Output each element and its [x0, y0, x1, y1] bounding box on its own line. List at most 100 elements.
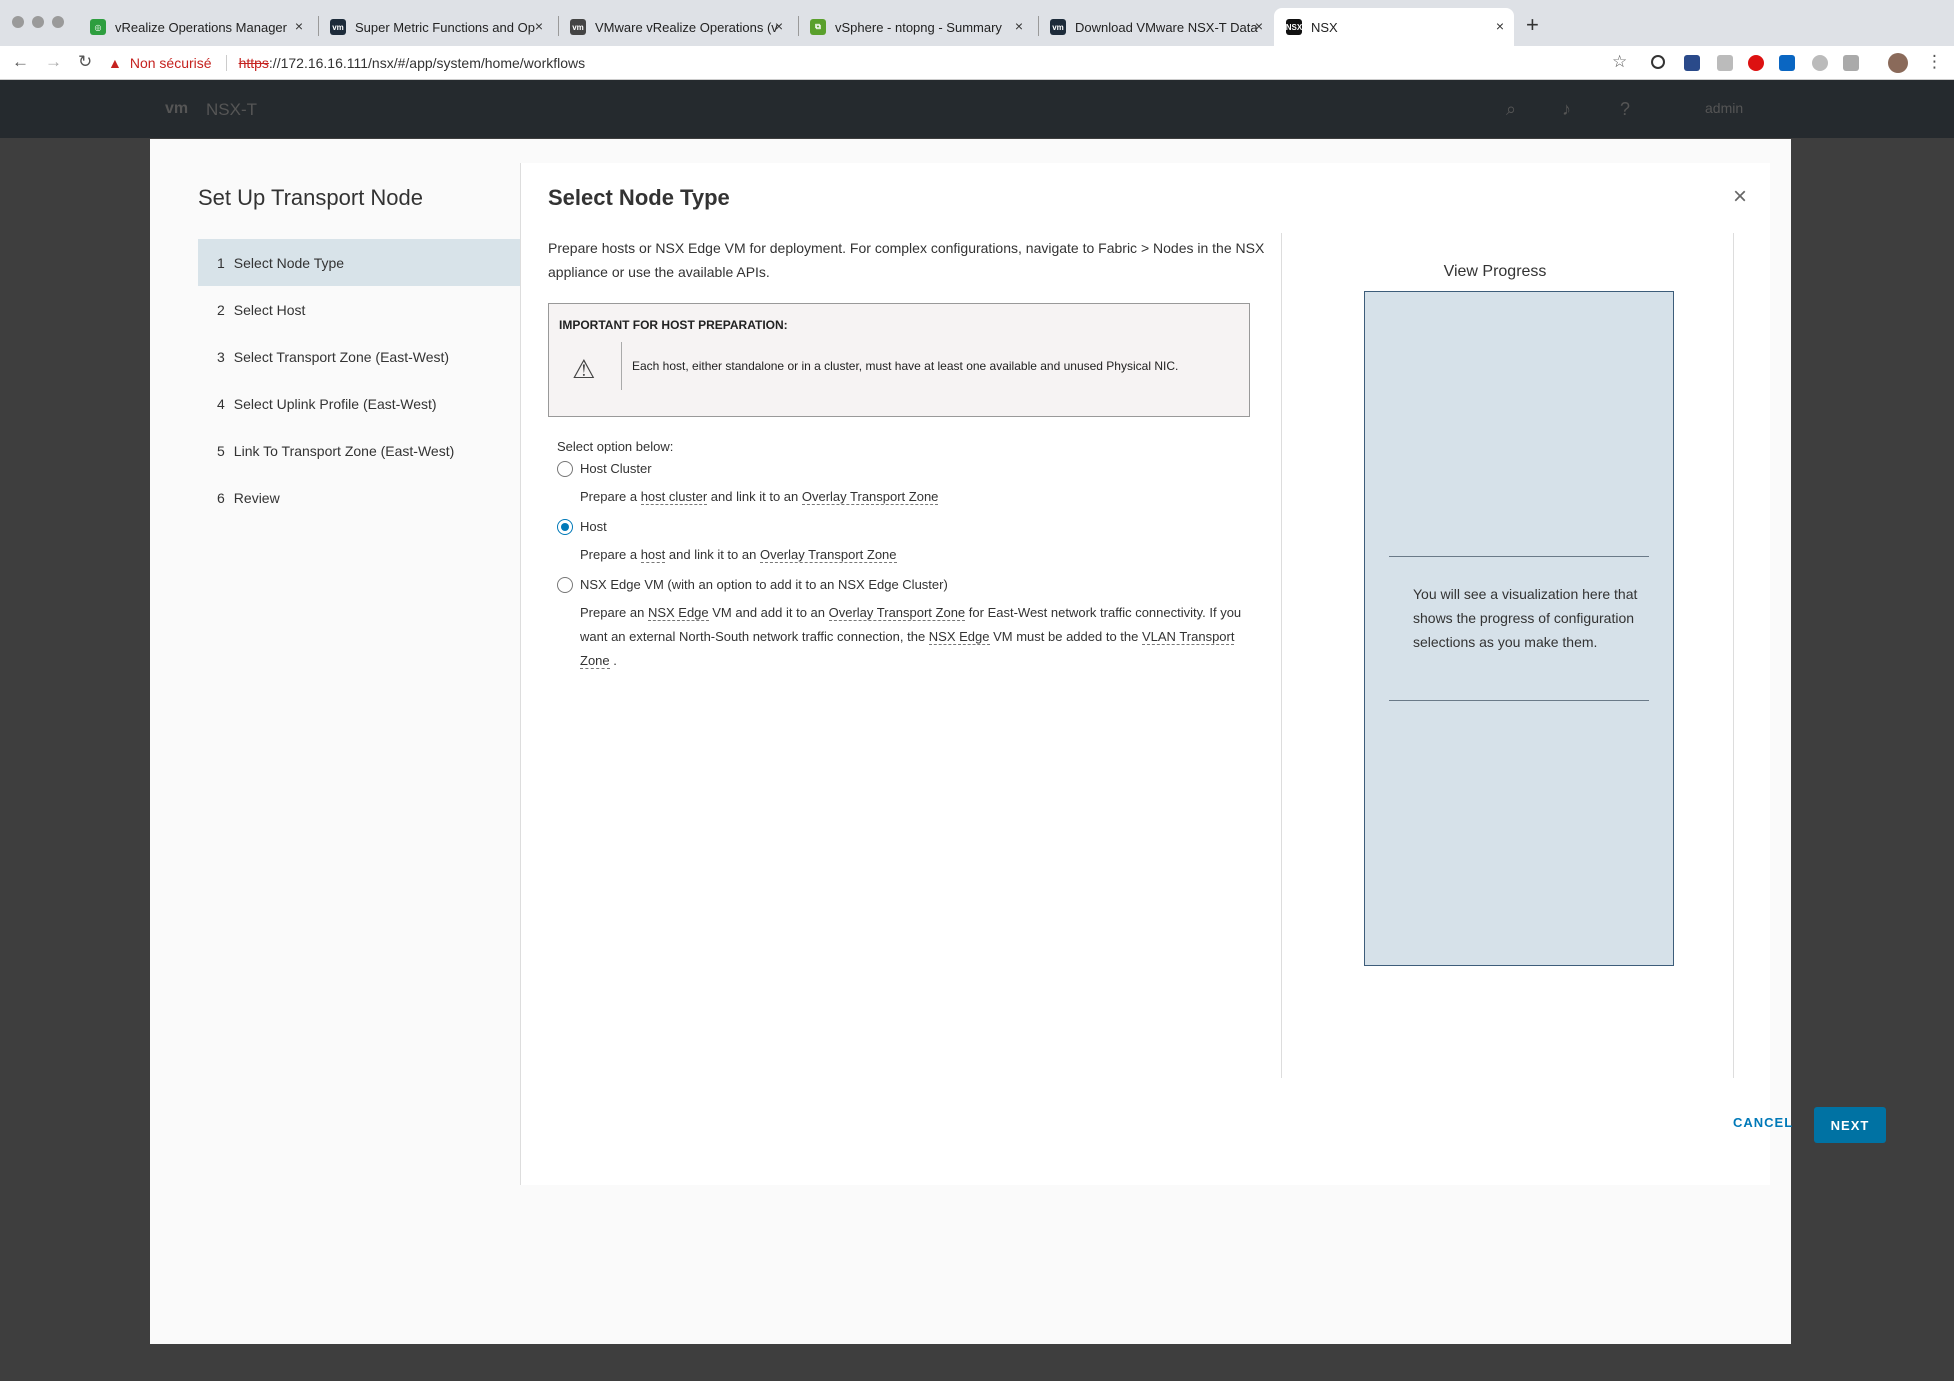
browser-tab-bar: ◎ vRealize Operations Manager × vm Super…: [0, 0, 1954, 46]
search-icon[interactable]: ⌕: [1506, 99, 1516, 120]
nsx-edge-link[interactable]: NSX Edge: [928, 629, 990, 645]
host-preparation-alert: IMPORTANT FOR HOST PREPARATION: ⚠ Each h…: [548, 303, 1250, 417]
close-window-icon[interactable]: [12, 16, 24, 28]
step-number: 5: [217, 442, 225, 459]
step-number: 4: [217, 395, 225, 412]
overlay-transport-zone-link[interactable]: Overlay Transport Zone: [759, 547, 897, 563]
step-number: 6: [217, 489, 225, 506]
panel-scrollbar[interactable]: [1733, 233, 1734, 1078]
host-cluster-link[interactable]: host cluster: [640, 489, 708, 505]
bookmark-star-icon[interactable]: ☆: [1612, 52, 1627, 72]
progress-panel: View Progress You will see a visualizati…: [1281, 233, 1748, 1078]
url-scheme: https: [238, 55, 269, 71]
option-description: Prepare a host cluster and link it to an…: [580, 489, 939, 505]
step-label: Select Uplink Profile (East-West): [233, 395, 437, 412]
url-path: ://172.16.16.111/nsx/#/app/system/home/w…: [268, 55, 586, 71]
close-tab-icon[interactable]: ×: [295, 18, 303, 34]
step-label: Select Transport Zone (East-West): [233, 348, 450, 365]
host-link[interactable]: host: [640, 547, 666, 563]
alert-heading: IMPORTANT FOR HOST PREPARATION:: [559, 318, 788, 332]
reload-icon[interactable]: ↻: [78, 52, 92, 72]
browser-tab[interactable]: ⧉ vSphere - ntopng - Summary ×: [798, 8, 1033, 46]
close-icon[interactable]: ×: [1733, 183, 1747, 211]
user-menu[interactable]: admin: [1705, 100, 1743, 116]
close-tab-icon[interactable]: ×: [535, 18, 543, 34]
step-label: Link To Transport Zone (East-West): [233, 442, 455, 459]
back-icon[interactable]: ←: [12, 52, 29, 72]
cancel-button[interactable]: CANCEL: [1733, 1115, 1793, 1130]
browser-tab[interactable]: vm Super Metric Functions and Op ×: [318, 8, 553, 46]
overlay-transport-zone-link[interactable]: Overlay Transport Zone: [801, 489, 939, 505]
step-label: Review: [233, 489, 280, 506]
app-header: vm NSX-T ⌕ ♪ ? admin: [0, 80, 1954, 138]
nsx-icon: NSX: [1286, 19, 1302, 35]
tab-label: vRealize Operations Manager: [115, 19, 287, 35]
browser-tab[interactable]: vm VMware vRealize Operations (v ×: [558, 8, 793, 46]
vm-icon: vm: [570, 19, 586, 35]
security-status[interactable]: Non sécurisé: [130, 55, 212, 71]
step-select-transport-zone[interactable]: 3 Select Transport Zone (East-West): [198, 333, 520, 380]
maximize-window-icon[interactable]: [52, 16, 64, 28]
extension-ip-icon[interactable]: [1717, 55, 1733, 71]
tab-label: VMware vRealize Operations (v: [595, 19, 778, 35]
extension-cloud-icon[interactable]: [1843, 55, 1859, 71]
browser-tab-active[interactable]: NSX NSX ×: [1274, 8, 1514, 46]
option-description: Prepare an NSX Edge VM and add it to an …: [580, 605, 1242, 669]
step-select-host[interactable]: 2 Select Host: [198, 286, 520, 333]
wizard-modal: Set Up Transport Node 1 Select Node Type …: [150, 139, 1886, 1344]
vm-icon: vm: [1050, 19, 1066, 35]
new-tab-button[interactable]: +: [1526, 12, 1539, 38]
forward-icon[interactable]: →: [45, 52, 62, 72]
host-radio[interactable]: [557, 519, 573, 535]
step-select-node-type[interactable]: 1 Select Node Type: [198, 239, 520, 286]
page-title: Select Node Type: [548, 185, 730, 210]
vsphere-icon: ⧉: [810, 19, 826, 35]
step-select-uplink-profile[interactable]: 4 Select Uplink Profile (East-West): [198, 380, 520, 427]
step-label: Select Node Type: [233, 254, 345, 271]
close-tab-icon[interactable]: ×: [775, 18, 783, 34]
url-field[interactable]: ▲ Non sécurisé https ://172.16.16.111/ns…: [108, 50, 1628, 76]
warning-icon: ▲: [108, 55, 122, 71]
browser-menu-icon[interactable]: ⋮: [1926, 52, 1943, 72]
overlay-transport-zone-link[interactable]: Overlay Transport Zone: [828, 605, 966, 621]
option-description: Prepare a host and link it to an Overlay…: [580, 547, 897, 563]
wizard-steps: 1 Select Node Type 2 Select Host 3 Select T…: [198, 239, 520, 521]
host-cluster-radio[interactable]: [557, 461, 573, 477]
vrops-icon: ◎: [90, 19, 106, 35]
close-tab-icon[interactable]: ×: [1255, 18, 1263, 34]
bell-icon[interactable]: ♪: [1562, 99, 1571, 120]
extension-info-icon[interactable]: [1651, 55, 1665, 69]
alert-text: Each host, either standalone or in a clu…: [632, 359, 1179, 373]
progress-visualization: You will see a visualization here that s…: [1364, 291, 1674, 966]
extension-linkedin-icon[interactable]: [1779, 55, 1795, 71]
profile-avatar[interactable]: [1888, 53, 1908, 73]
tab-label: vSphere - ntopng - Summary: [835, 19, 1002, 35]
close-tab-icon[interactable]: ×: [1496, 18, 1504, 34]
step-number: 1: [217, 254, 225, 271]
browser-tab[interactable]: vm Download VMware NSX-T Data ×: [1038, 8, 1273, 46]
extension-circle-icon[interactable]: [1812, 55, 1828, 71]
nsx-edge-vm-radio[interactable]: [557, 577, 573, 593]
browser-tab[interactable]: ◎ vRealize Operations Manager ×: [78, 8, 313, 46]
extension-opera-icon[interactable]: [1748, 55, 1764, 71]
step-review[interactable]: 6 Review: [198, 474, 520, 521]
minimize-window-icon[interactable]: [32, 16, 44, 28]
step-label: Select Host: [233, 301, 306, 318]
extension-download-icon[interactable]: [1684, 55, 1700, 71]
option-title[interactable]: Host Cluster: [580, 461, 652, 476]
next-button[interactable]: NEXT: [1814, 1107, 1886, 1143]
app-title: NSX-T: [206, 100, 257, 119]
wizard-title: Set Up Transport Node: [198, 185, 424, 210]
option-title[interactable]: NSX Edge VM (with an option to add it to…: [580, 577, 948, 592]
tab-label: Download VMware NSX-T Data: [1075, 19, 1258, 35]
step-number: 3: [217, 348, 225, 365]
tab-label: NSX: [1311, 19, 1338, 35]
address-bar: ← → ↻ ▲ Non sécurisé https ://172.16.16.…: [0, 46, 1954, 80]
option-title[interactable]: Host: [580, 519, 607, 534]
help-icon[interactable]: ?: [1620, 99, 1630, 120]
step-link-transport-zone[interactable]: 5 Link To Transport Zone (East-West): [198, 427, 520, 474]
options-label: Select option below:: [557, 439, 674, 454]
progress-placeholder-text: You will see a visualization here that s…: [1413, 586, 1638, 650]
close-tab-icon[interactable]: ×: [1015, 18, 1023, 34]
nsx-edge-link[interactable]: NSX Edge: [647, 605, 709, 621]
